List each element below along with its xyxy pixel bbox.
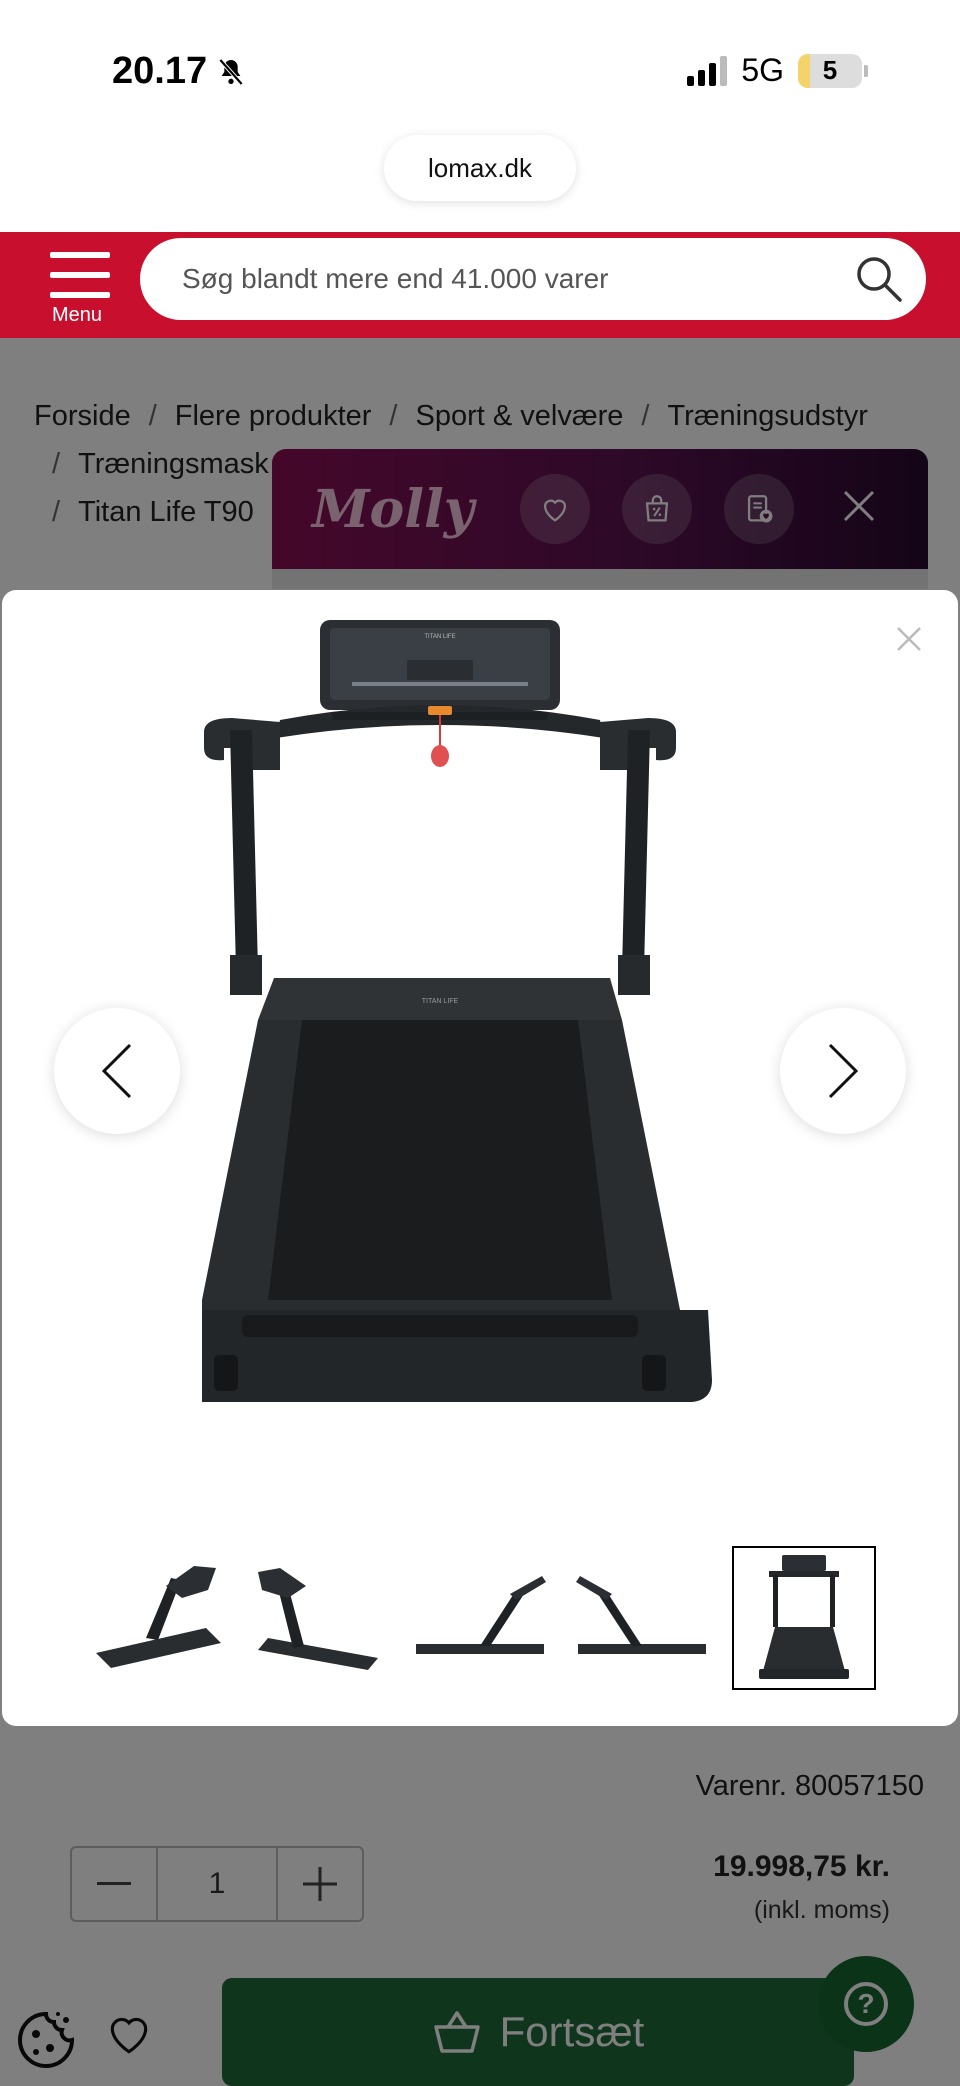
thumbnail[interactable]: [570, 1546, 714, 1690]
menu-button[interactable]: Menu: [50, 242, 114, 326]
status-time: 20.17: [112, 50, 247, 93]
site-header: Menu Søg blandt mere end 41.000 varer: [0, 232, 960, 338]
close-icon[interactable]: [896, 626, 922, 652]
search-icon[interactable]: [854, 254, 904, 304]
status-indicators: 5G 5: [687, 52, 868, 89]
status-bar: 20.17 5G 5: [0, 0, 960, 140]
svg-text:TITAN LIFE: TITAN LIFE: [422, 998, 459, 1005]
network-type: 5G: [741, 52, 784, 88]
thumbnail[interactable]: [84, 1546, 228, 1690]
thumbnail[interactable]: [246, 1546, 390, 1690]
svg-text:TITAN LIFE: TITAN LIFE: [424, 634, 455, 640]
chevron-right-icon: [828, 1043, 859, 1099]
next-image-button[interactable]: [780, 1008, 906, 1134]
search-placeholder: Søg blandt mere end 41.000 varer: [182, 263, 609, 294]
clock: 20.17: [112, 50, 208, 92]
image-gallery-modal: TITAN LIFE TITAN LIFE: [2, 590, 958, 1726]
thumbnail-strip: [84, 1546, 884, 1692]
thumbnail[interactable]: [408, 1546, 552, 1690]
hamburger-icon: [50, 252, 110, 258]
battery-tip: [864, 64, 868, 77]
previous-image-button[interactable]: [54, 1008, 180, 1134]
product-main-image: TITAN LIFE TITAN LIFE: [202, 620, 712, 1402]
url-bar[interactable]: lomax.dk: [384, 135, 576, 201]
thumbnail-active[interactable]: [732, 1546, 876, 1690]
menu-label: Menu: [52, 304, 103, 326]
chevron-left-icon: [101, 1043, 132, 1099]
bell-slash-icon: [218, 58, 244, 85]
battery-icon: 5: [798, 53, 862, 88]
signal-icon: [687, 55, 728, 86]
search-input[interactable]: Søg blandt mere end 41.000 varer: [140, 238, 926, 320]
